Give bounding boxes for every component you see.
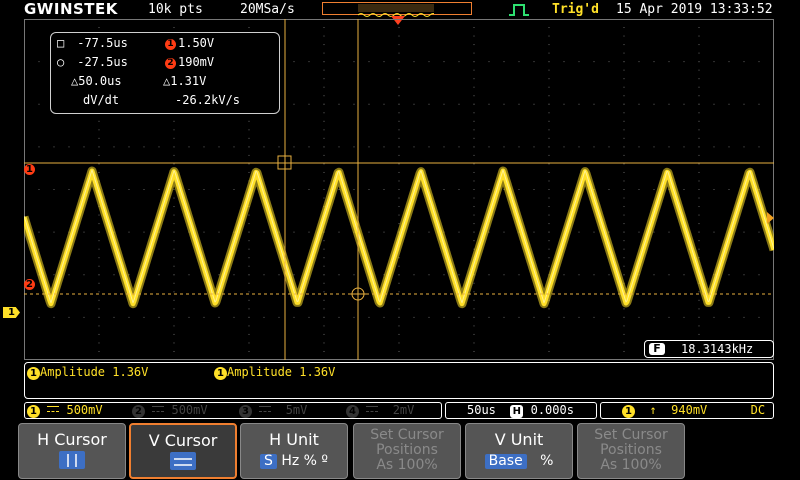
horizontal-position: 0.000s [530,403,574,417]
softkey-label-line3: As 100% [600,457,662,473]
frequency-label: F [649,343,665,355]
cursor-intersection-marker [350,286,366,302]
v1-badge: 1 [165,39,176,50]
cursor-2-marker: 2 [24,279,35,290]
measurement-text: Amplitude 1.36V [227,365,336,379]
trigger-edge-icon [509,4,529,16]
date-time: 15 Apr 2019 13:33:52 [616,2,773,17]
channel4-status[interactable]: 4 2mV [346,403,414,418]
softkey-label-line2: Positions [376,442,438,458]
frequency-counter: F 18.3143kHz [644,340,774,358]
channel3-status[interactable]: 3 5mV [239,403,307,418]
softkey-label: V Cursor [148,431,218,450]
dvdt-value: -26.2kV/s [175,93,241,107]
v1-value: 1.50V [178,36,215,50]
channel-badge: 3 [239,405,252,418]
softkey-label: H Unit [269,430,319,449]
trigger-source-badge: 1 [622,405,635,418]
channel-badge: 1 [27,405,40,418]
h-cursor-softkey[interactable]: H Cursor [18,423,126,479]
softkey-label: Set Cursor [370,427,444,443]
v-cursor-icon [170,452,196,470]
delta-value: 1.31V [170,74,207,88]
timebase-scale: 50us [467,403,496,417]
channel-badge: 1 [27,367,40,380]
cursor-readout-panel: □ -77.5us 1 1.50V ○ -27.5us 2 190mV △50.0u… [50,32,280,114]
measurement-text: Amplitude 1.36V [40,365,149,379]
h-cursor-2-icon: ○ [57,55,65,69]
dc-coupling-icon [152,406,165,412]
channel1-ground-marker[interactable]: 1 [3,307,20,318]
dc-coupling-icon [259,406,272,412]
horizontal-position-icon: H [510,405,524,418]
v-unit-option-percent[interactable]: % [540,453,553,469]
channel-badge: 1 [214,367,227,380]
v-unit-softkey[interactable]: V Unit Base % [465,423,573,479]
channel-status-row: 1 500mV 2 500mV 3 5mV 4 2mV 50us H 0.000… [24,402,774,420]
memory-window [357,4,437,17]
record-length: 10k pts [148,2,203,17]
measurement-1: 1 Amplitude 1.36V [27,365,148,380]
dc-coupling-icon [366,406,379,412]
trigger-level: 940mV [671,403,708,417]
v2-badge: 2 [165,58,176,69]
set-cursor-v-100-softkey[interactable]: Set Cursor Positions As 100% [577,423,685,479]
h1-time: -77.5us [77,36,128,50]
channel2-scale: 500mV [171,403,208,417]
trigger-level-marker [767,212,774,224]
h-unit-option-degree[interactable]: º [321,453,328,469]
softkey-label-line2: Positions [600,442,662,458]
delta-time: 50.0us [78,74,122,88]
brand-logo: GWINSTEK [24,0,118,18]
sample-rate: 20MSa/s [240,2,295,17]
dvdt-label: dV/dt [83,93,120,107]
softkey-label: V Unit [494,430,544,449]
softkey-label-line3: As 100% [376,457,438,473]
dc-coupling-icon [47,406,60,412]
h-unit-option-seconds[interactable]: S [259,454,277,469]
cursor-1-marker: 1 [24,164,35,175]
trigger-status: Trig'd [552,2,599,17]
channel3-scale: 5mV [285,403,308,417]
frequency-value: 18.3143kHz [681,342,754,356]
h-cursor-icon [59,451,85,469]
h-unit-softkey[interactable]: H Unit S Hz % º [240,423,348,479]
channel2-status[interactable]: 2 500mV [132,403,208,418]
trigger-status-panel: 1 ↑ 940mV DC [622,403,765,418]
v-cursor-softkey[interactable]: V Cursor [129,423,237,479]
rising-edge-icon: ↑ [649,403,657,417]
channel-badge: 4 [346,405,359,418]
measurement-bar[interactable]: 1 Amplitude 1.36V 1 Amplitude 1.36V [24,362,774,399]
set-cursor-h-100-softkey[interactable]: Set Cursor Positions As 100% [353,423,461,479]
h2-time: -27.5us [77,55,128,69]
channel-badge: 2 [132,405,145,418]
channel1-scale: 500mV [66,403,103,417]
measurement-2: 1 Amplitude 1.36V [214,365,335,380]
h-unit-option-hz[interactable]: Hz [281,453,299,469]
v-unit-option-base[interactable]: Base [484,454,527,469]
h-cursor-1-icon: □ [57,36,65,50]
channel4-scale: 2mV [392,403,415,417]
h-unit-option-percent[interactable]: % [304,453,317,469]
softkey-label: Set Cursor [594,427,668,443]
channel1-status[interactable]: 1 500mV [27,403,103,418]
trigger-coupling: DC [750,403,766,417]
v2-value: 190mV [178,55,215,69]
softkey-label: H Cursor [37,430,107,449]
timebase-status: 50us H 0.000s [467,403,574,418]
